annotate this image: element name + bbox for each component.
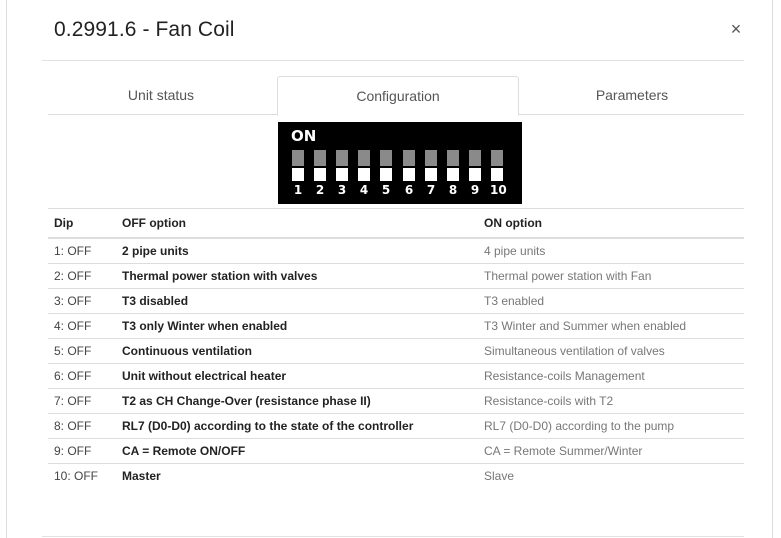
on-option-cell: Thermal power station with Fan (478, 263, 744, 289)
table-row: 2: OFF Thermal power station with valves T… (48, 263, 744, 289)
dip-switch-bot (469, 168, 481, 181)
dip-cell: 4: OFF (48, 313, 116, 339)
off-option-cell: Continuous ventilation (116, 338, 478, 364)
dip-switch-number: 7 (426, 183, 436, 197)
dip-cell: 7: OFF (48, 388, 116, 414)
dip-switch-bot (314, 168, 326, 181)
table-row: 7: OFF T2 as CH Change-Over (resistance p… (48, 388, 744, 414)
tab-bar: Unit status Configuration Parameters (48, 76, 744, 116)
dip-switch-bot (358, 168, 370, 181)
dip-switch-top (292, 150, 304, 166)
table-row: 6: OFF Unit without electrical heater Resi… (48, 363, 744, 389)
dip-table: Dip OFF option ON option 1: OFF 2 pipe un… (48, 208, 744, 488)
table-header-row: Dip OFF option ON option (48, 208, 744, 239)
dip-switch-bot (425, 168, 437, 181)
off-option-cell: Thermal power station with valves (116, 263, 478, 289)
off-option-cell: T3 disabled (116, 288, 478, 314)
dip-switch-number: 6 (404, 183, 414, 197)
dip-cell: 6: OFF (48, 363, 116, 389)
off-option-cell: T3 only Winter when enabled (116, 313, 478, 339)
close-icon[interactable]: × (725, 18, 747, 40)
dip-switch-bot (403, 168, 415, 181)
dip-switch-top (403, 150, 415, 166)
dip-switch-number: 1 (293, 183, 303, 197)
dip-switch-6[interactable] (403, 150, 415, 181)
dip-cell: 9: OFF (48, 438, 116, 464)
dip-switch-top (336, 150, 348, 166)
dip-switch-bot (380, 168, 392, 181)
dip-switch-number: 10 (490, 183, 507, 197)
tab-configuration[interactable]: Configuration (277, 76, 519, 116)
off-option-cell: 2 pipe units (116, 237, 478, 264)
off-option-cell: Master (116, 463, 478, 488)
dip-switch-top (314, 150, 326, 166)
dip-switch-bot (491, 168, 503, 181)
dip-switch-number: 5 (381, 183, 391, 197)
dip-switch-top (469, 150, 481, 166)
dip-switch-top (358, 150, 370, 166)
dip-switch-3[interactable] (336, 150, 348, 181)
table-row: 9: OFF CA = Remote ON/OFF CA = Remote Summ… (48, 438, 744, 464)
off-option-cell: RL7 (D0-D0) according to the state of th… (116, 413, 478, 439)
dip-on-label: ON (291, 127, 317, 145)
dip-cell: 5: OFF (48, 338, 116, 364)
dip-switch-block: ON 1 2 3 4 5 6 7 8 9 10 (278, 122, 522, 204)
dip-switch-bot (447, 168, 459, 181)
footer-divider (42, 536, 744, 537)
dip-switch-top (491, 150, 503, 166)
on-option-cell: T3 enabled (478, 288, 744, 314)
dip-switch-top (447, 150, 459, 166)
table-row: 1: OFF 2 pipe units 4 pipe units (48, 237, 744, 264)
on-option-cell: Slave (478, 463, 744, 488)
tab-parameters[interactable]: Parameters (520, 76, 744, 114)
header-dip: Dip (48, 208, 116, 239)
dip-switch-bot (292, 168, 304, 181)
dip-cell: 10: OFF (48, 463, 116, 488)
off-option-cell: Unit without electrical heater (116, 363, 478, 389)
header-divider (42, 60, 744, 61)
header-on-option: ON option (478, 208, 744, 239)
modal-title: 0.2991.6 - Fan Coil (54, 18, 235, 41)
on-option-cell: Resistance-coils with T2 (478, 388, 744, 414)
on-option-cell: Resistance-coils Management (478, 363, 744, 389)
on-option-cell: CA = Remote Summer/Winter (478, 438, 744, 464)
on-option-cell: Simultaneous ventilation of valves (478, 338, 744, 364)
dip-cell: 1: OFF (48, 237, 116, 264)
dip-switch-number: 4 (359, 183, 369, 197)
off-option-cell: T2 as CH Change-Over (resistance phase I… (116, 388, 478, 414)
dip-switch-8[interactable] (447, 150, 459, 181)
dip-switch-number: 8 (448, 183, 458, 197)
dip-switch-10[interactable] (491, 150, 503, 181)
dip-switch-number: 9 (470, 183, 480, 197)
on-option-cell: 4 pipe units (478, 237, 744, 264)
dip-switch-5[interactable] (380, 150, 392, 181)
table-row: 10: OFF Master Slave (48, 463, 744, 488)
dip-switch-number: 3 (337, 183, 347, 197)
dip-switch-9[interactable] (469, 150, 481, 181)
dip-cell: 8: OFF (48, 413, 116, 439)
dip-switch-bot (336, 168, 348, 181)
table-row: 5: OFF Continuous ventilation Simultaneous… (48, 338, 744, 364)
page: 0.2991.6 - Fan Coil × Unit status Config… (0, 0, 781, 538)
table-row: 8: OFF RL7 (D0-D0) according to the state… (48, 413, 744, 439)
dip-switch-top (425, 150, 437, 166)
table-row: 4: OFF T3 only Winter when enabled T3 Wint… (48, 313, 744, 339)
tab-unit-status[interactable]: Unit status (48, 76, 274, 114)
on-option-cell: T3 Winter and Summer when enabled (478, 313, 744, 339)
dip-cell: 2: OFF (48, 263, 116, 289)
on-option-cell: RL7 (D0-D0) according to the pump (478, 413, 744, 439)
dip-switch-4[interactable] (358, 150, 370, 181)
dip-switch-7[interactable] (425, 150, 437, 181)
dip-switch-top (380, 150, 392, 166)
dip-switch-number: 2 (315, 183, 325, 197)
dip-switch-1[interactable] (292, 150, 304, 181)
dip-cell: 3: OFF (48, 288, 116, 314)
header-off-option: OFF option (116, 208, 478, 239)
off-option-cell: CA = Remote ON/OFF (116, 438, 478, 464)
dip-switch-2[interactable] (314, 150, 326, 181)
table-row: 3: OFF T3 disabled T3 enabled (48, 288, 744, 314)
